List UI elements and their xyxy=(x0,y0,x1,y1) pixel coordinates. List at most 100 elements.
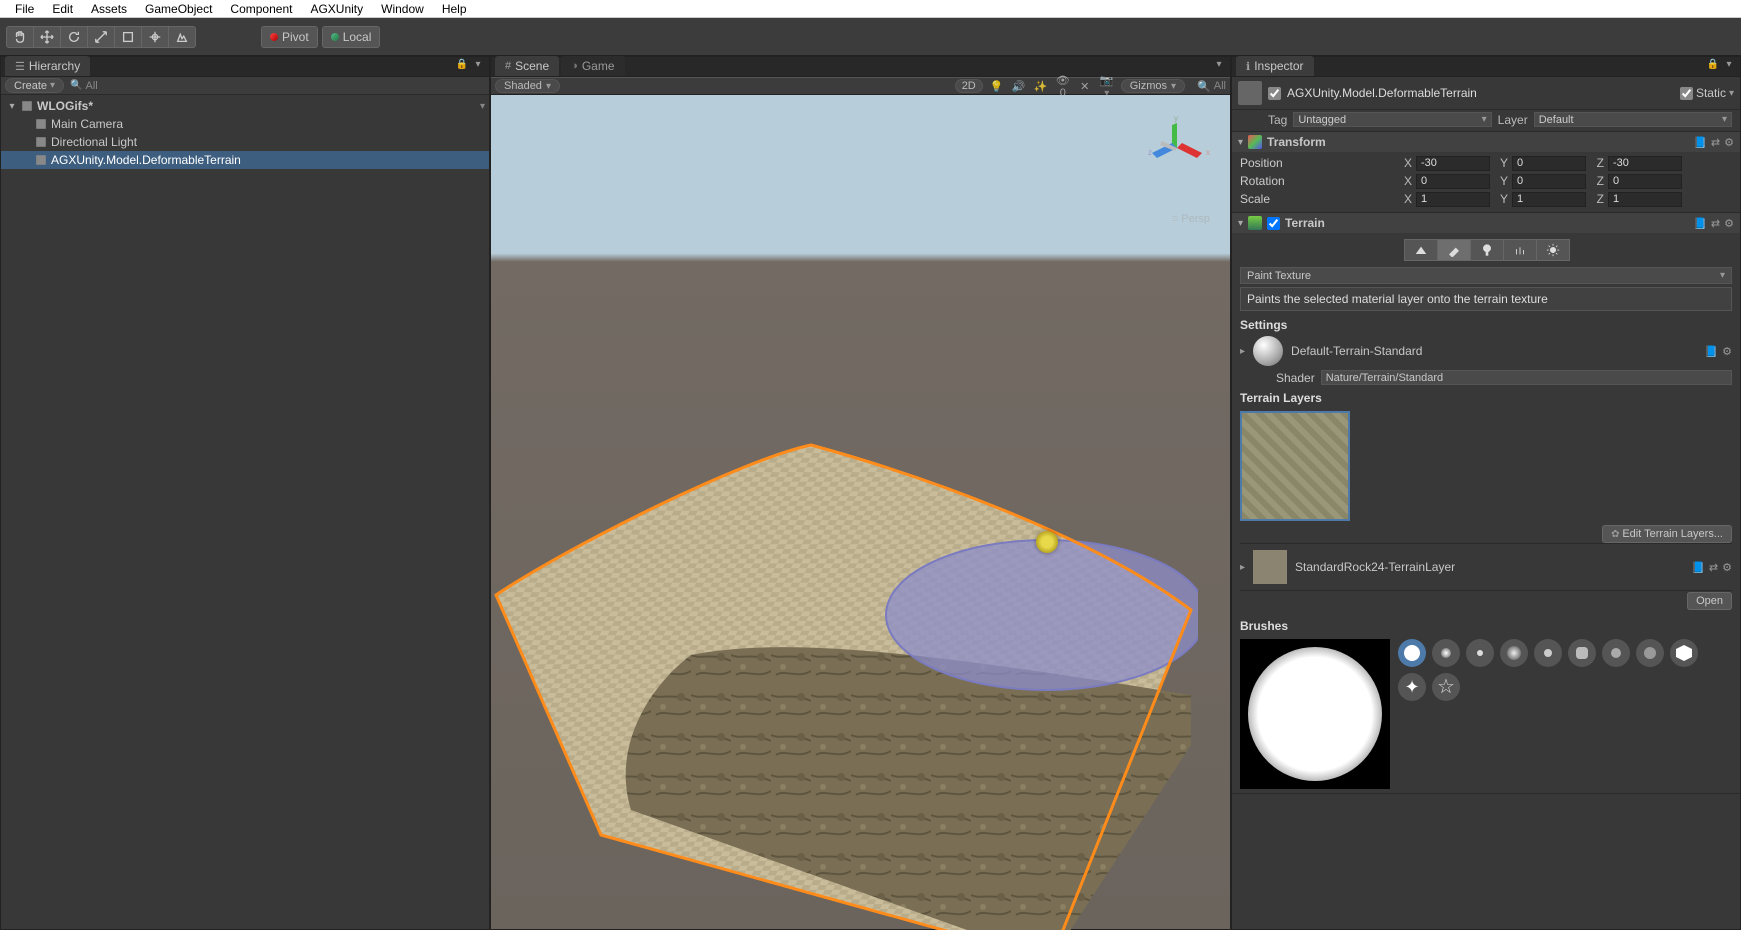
panel-menu-icon[interactable]: ▾ xyxy=(1722,59,1736,73)
paint-texture-tool[interactable] xyxy=(1437,239,1471,261)
hierarchy-search[interactable]: 🔍All xyxy=(70,80,485,92)
menu-component[interactable]: Component xyxy=(221,1,301,17)
static-toggle[interactable]: Static▾ xyxy=(1680,86,1734,100)
gear-icon[interactable]: ⚙ xyxy=(1722,345,1732,358)
fold-icon[interactable]: ▸ xyxy=(1240,562,1245,573)
menu-file[interactable]: File xyxy=(6,1,43,17)
orientation-gizmo[interactable]: y x z xyxy=(1142,113,1212,183)
mode-2d-toggle[interactable]: 2D xyxy=(955,79,983,93)
brush-4[interactable] xyxy=(1500,639,1528,667)
gameobject-active-toggle[interactable] xyxy=(1268,87,1281,100)
move-tool[interactable] xyxy=(33,26,61,48)
scale-y-field[interactable] xyxy=(1512,192,1586,207)
row-menu-icon[interactable]: ▾ xyxy=(480,101,485,112)
inspector-tab[interactable]: ℹInspector xyxy=(1236,56,1314,76)
brush-9[interactable] xyxy=(1670,639,1698,667)
preset-icon[interactable]: ⇄ xyxy=(1711,217,1720,230)
brush-10[interactable]: ✦ xyxy=(1398,673,1426,701)
edit-terrain-layers-button[interactable]: ✿ Edit Terrain Layers... xyxy=(1602,525,1732,543)
audio-toggle[interactable]: 🔊 xyxy=(1011,80,1027,93)
game-tab[interactable]: ◑Game xyxy=(561,56,624,76)
transform-header[interactable]: ▾ Transform 📘⇄⚙ xyxy=(1232,132,1740,152)
hierarchy-item-camera[interactable]: Main Camera xyxy=(1,115,489,133)
expand-icon[interactable]: ▾ xyxy=(7,101,17,112)
docs-icon[interactable]: 📘 xyxy=(1704,345,1718,358)
transform-tool[interactable] xyxy=(141,26,169,48)
gizmos-dropdown[interactable]: Gizmos▾ xyxy=(1121,79,1185,93)
brush-11[interactable]: ☆ xyxy=(1432,673,1460,701)
brush-8[interactable] xyxy=(1636,639,1664,667)
menu-window[interactable]: Window xyxy=(372,1,433,17)
rotation-x-field[interactable] xyxy=(1416,174,1490,189)
open-layer-button[interactable]: Open xyxy=(1687,592,1732,610)
panel-lock-icon[interactable]: 🔒 xyxy=(455,59,469,73)
scale-x-field[interactable] xyxy=(1416,192,1490,207)
local-toggle[interactable]: Local xyxy=(322,26,381,48)
rotation-y-field[interactable] xyxy=(1512,174,1586,189)
projection-label[interactable]: ≡ Persp xyxy=(1172,213,1210,225)
tag-dropdown[interactable]: Untagged▾ xyxy=(1293,112,1491,127)
brush-2[interactable] xyxy=(1432,639,1460,667)
raise-lower-tool[interactable] xyxy=(1404,239,1438,261)
rotate-tool[interactable] xyxy=(60,26,88,48)
preset-icon[interactable]: ⇄ xyxy=(1709,561,1718,574)
brush-3[interactable] xyxy=(1466,639,1494,667)
lighting-toggle[interactable]: 💡 xyxy=(989,80,1005,93)
position-z-field[interactable] xyxy=(1608,156,1682,171)
gear-icon[interactable]: ⚙ xyxy=(1724,136,1734,149)
terrain-mode-dropdown[interactable]: Paint Texture▾ xyxy=(1240,267,1732,284)
scene-tab[interactable]: #Scene xyxy=(495,56,559,76)
docs-icon[interactable]: 📘 xyxy=(1691,561,1705,574)
rotation-z-field[interactable] xyxy=(1608,174,1682,189)
material-name[interactable]: Default-Terrain-Standard xyxy=(1291,344,1696,358)
docs-icon[interactable]: 📘 xyxy=(1693,136,1707,149)
mode-2d-label: 2D xyxy=(962,80,976,92)
panel-lock-icon[interactable]: 🔒 xyxy=(1706,59,1720,73)
paint-trees-tool[interactable] xyxy=(1470,239,1504,261)
gear-icon[interactable]: ⚙ xyxy=(1722,561,1732,574)
shading-mode-dropdown[interactable]: Shaded▾ xyxy=(495,79,560,93)
panel-menu-icon[interactable]: ▾ xyxy=(471,59,485,73)
paint-details-tool[interactable] xyxy=(1503,239,1537,261)
menu-agxunity[interactable]: AGXUnity xyxy=(301,1,372,17)
hand-tool[interactable] xyxy=(6,26,34,48)
terrain-layer-thumbnail[interactable] xyxy=(1240,411,1350,521)
preset-icon[interactable]: ⇄ xyxy=(1711,136,1720,149)
position-y-field[interactable] xyxy=(1512,156,1586,171)
brush-1[interactable] xyxy=(1398,639,1426,667)
terrain-mesh xyxy=(491,405,1198,930)
docs-icon[interactable]: 📘 xyxy=(1693,217,1707,230)
gameobject-name[interactable]: AGXUnity.Model.DeformableTerrain xyxy=(1287,86,1674,100)
scene-search[interactable]: 🔍All xyxy=(1197,80,1226,93)
scale-tool[interactable] xyxy=(87,26,115,48)
brush-6[interactable] xyxy=(1568,639,1596,667)
gear-icon[interactable]: ⚙ xyxy=(1724,217,1734,230)
brush-5[interactable] xyxy=(1534,639,1562,667)
hierarchy-item-terrain[interactable]: AGXUnity.Model.DeformableTerrain xyxy=(1,151,489,169)
brush-7[interactable] xyxy=(1602,639,1630,667)
hierarchy-item-light[interactable]: Directional Light xyxy=(1,133,489,151)
position-x-field[interactable] xyxy=(1416,156,1490,171)
pivot-toggle[interactable]: Pivot xyxy=(261,26,318,48)
hierarchy-tab[interactable]: ☰Hierarchy xyxy=(5,56,90,76)
scale-z-field[interactable] xyxy=(1608,192,1682,207)
menu-help[interactable]: Help xyxy=(433,1,476,17)
rect-tool[interactable] xyxy=(114,26,142,48)
terrain-settings-tool[interactable] xyxy=(1536,239,1570,261)
shader-dropdown[interactable]: Nature/Terrain/Standard xyxy=(1321,370,1732,385)
menu-edit[interactable]: Edit xyxy=(43,1,82,17)
layer-name[interactable]: StandardRock24-TerrainLayer xyxy=(1295,560,1455,574)
create-dropdown[interactable]: Create▾ xyxy=(5,78,64,93)
panel-menu-icon[interactable]: ▾ xyxy=(1212,59,1226,73)
scene-viewport[interactable]: y x z ≡ Persp xyxy=(491,95,1230,929)
hierarchy-root[interactable]: ▾ WLOGifs* ▾ xyxy=(1,97,489,115)
layer-dropdown[interactable]: Default▾ xyxy=(1534,112,1732,127)
tools-icon[interactable]: ✕ xyxy=(1077,80,1093,93)
custom-tool[interactable] xyxy=(168,26,196,48)
terrain-header[interactable]: ▾ Terrain 📘⇄⚙ xyxy=(1232,213,1740,233)
menu-assets[interactable]: Assets xyxy=(82,1,136,17)
terrain-enable-toggle[interactable] xyxy=(1267,217,1280,230)
fold-icon[interactable]: ▸ xyxy=(1240,346,1245,357)
fx-toggle[interactable]: ✨ xyxy=(1033,80,1049,93)
menu-gameobject[interactable]: GameObject xyxy=(136,1,221,17)
